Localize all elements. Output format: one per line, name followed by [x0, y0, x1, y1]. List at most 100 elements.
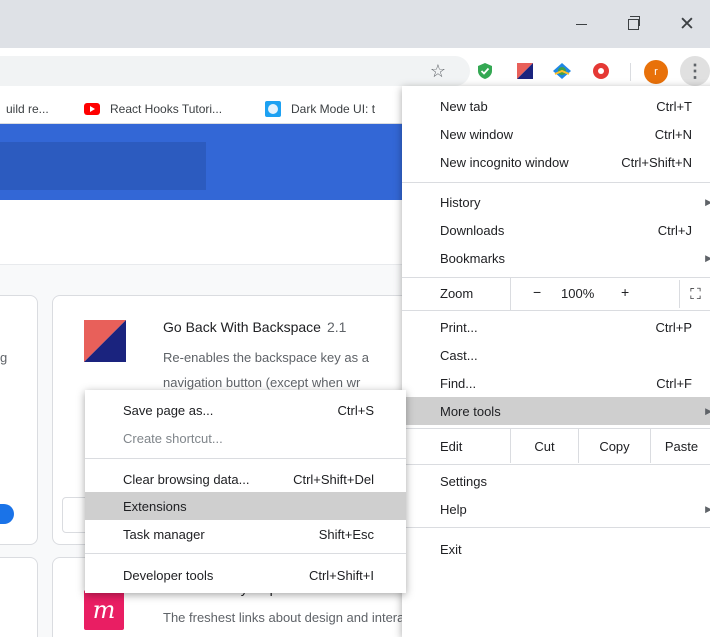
- bookmark-label: React Hooks Tutori...: [110, 102, 223, 116]
- menu-item-label: Create shortcut...: [123, 430, 223, 446]
- menu-divider: [85, 458, 406, 459]
- menu-item-label: New incognito window: [440, 154, 569, 170]
- menu-item-settings[interactable]: Settings: [402, 467, 710, 495]
- extension-version: 2.1: [326, 319, 347, 335]
- menu-item-label: Developer tools: [123, 567, 214, 583]
- bookmark-label: Dark Mode UI: t: [291, 102, 376, 116]
- menu-item-history[interactable]: History ▶: [402, 188, 710, 216]
- profile-avatar[interactable]: r: [644, 60, 668, 84]
- menu-item-label: Find...: [440, 375, 477, 391]
- menu-item-shortcut: Ctrl+N: [654, 126, 692, 142]
- menu-item-label: Exit: [440, 541, 462, 557]
- menu-item-bookmarks[interactable]: Bookmarks ▶: [402, 244, 710, 272]
- menu-item-label: Cast...: [440, 347, 478, 363]
- menu-item-shortcut: Ctrl+P: [655, 319, 692, 335]
- menu-item-label: Downloads: [440, 222, 505, 238]
- menu-item-find[interactable]: Find... Ctrl+F: [402, 369, 710, 397]
- menu-item-new-incognito-window[interactable]: New incognito window Ctrl+Shift+N: [402, 148, 710, 176]
- submenu-arrow-icon: ▶: [705, 196, 710, 207]
- menu-item-extensions[interactable]: Extensions: [85, 492, 406, 520]
- bookmark-item[interactable]: uild re...: [6, 100, 49, 118]
- menu-divider: [85, 553, 406, 554]
- extension-title: Go Back With Backspace 2.1: [163, 319, 346, 335]
- restore-icon: [627, 15, 640, 30]
- extension-card: [0, 557, 38, 637]
- paste-button[interactable]: Paste: [650, 429, 710, 463]
- address-bar[interactable]: [0, 56, 470, 86]
- backspace-extension-logo: [84, 320, 126, 362]
- copy-button[interactable]: Copy: [578, 429, 650, 463]
- submenu-arrow-icon: ▶: [705, 503, 710, 514]
- menu-item-label: New tab: [440, 98, 488, 114]
- menu-item-print[interactable]: Print... Ctrl+P: [402, 313, 710, 341]
- extension-name: Go Back With Backspace: [163, 319, 321, 335]
- menu-item-downloads[interactable]: Downloads Ctrl+J: [402, 216, 710, 244]
- menu-item-label: Help: [440, 501, 467, 517]
- bookmark-star-icon[interactable]: ☆: [426, 59, 450, 83]
- menu-item-shortcut: Ctrl+Shift+I: [308, 567, 374, 583]
- extension-description: The freshest links about design and inte…: [163, 610, 435, 625]
- cut-button[interactable]: Cut: [510, 429, 578, 463]
- menu-item-label: Task manager: [123, 526, 205, 542]
- menu-item-label: More tools: [440, 403, 501, 419]
- menu-item-shortcut: Ctrl+F: [656, 375, 692, 391]
- record-extension-icon[interactable]: [589, 59, 613, 83]
- menu-divider: [402, 527, 710, 528]
- menu-divider: [402, 464, 710, 465]
- menu-item-label: Save page as...: [123, 402, 214, 418]
- fullscreen-icon[interactable]: ⛶: [679, 280, 710, 308]
- minimize-button[interactable]: [558, 0, 604, 48]
- youtube-icon: [84, 103, 100, 115]
- zoom-in-button[interactable]: +: [621, 284, 629, 300]
- minimize-icon: [575, 23, 587, 25]
- menu-item-cast[interactable]: Cast...: [402, 341, 710, 369]
- zoom-row: Zoom − 100% + ⛶: [402, 278, 710, 310]
- extensions-search-bar[interactable]: [0, 142, 206, 190]
- menu-item-shortcut: Ctrl+S: [337, 402, 374, 418]
- menu-item-more-tools[interactable]: More tools ▶: [402, 397, 710, 425]
- zoom-out-button[interactable]: −: [533, 284, 541, 300]
- menu-item-task-manager[interactable]: Task manager Shift+Esc: [85, 520, 406, 548]
- menu-item-label: Clear browsing data...: [123, 471, 250, 487]
- menu-item-label: History: [440, 194, 481, 210]
- globe-extension-icon[interactable]: [550, 59, 574, 83]
- bookmark-item[interactable]: Dark Mode UI: t: [265, 100, 375, 118]
- restore-button[interactable]: [610, 0, 656, 48]
- menu-item-label: New window: [440, 126, 513, 142]
- menu-item-developer-tools[interactable]: Developer tools Ctrl+Shift+I: [85, 561, 406, 589]
- title-bar: ✕: [0, 0, 710, 48]
- chrome-main-menu: New tab Ctrl+T New window Ctrl+N New incog…: [402, 86, 710, 637]
- more-tools-submenu: Save page as... Ctrl+S Create shortcut...…: [85, 390, 406, 593]
- menu-item-new-window[interactable]: New window Ctrl+N: [402, 120, 710, 148]
- site-favicon-icon: [265, 101, 281, 117]
- close-icon: ✕: [679, 13, 695, 35]
- menu-item-clear-browsing-data[interactable]: Clear browsing data... Ctrl+Shift+Del: [85, 465, 406, 493]
- card-text-fragment: g: [0, 350, 8, 365]
- menu-item-shortcut: Shift+Esc: [318, 526, 374, 542]
- menu-item-shortcut: Ctrl+T: [656, 98, 692, 114]
- zoom-controls: − 100% + ⛶: [510, 278, 710, 310]
- shield-extension-icon[interactable]: [473, 59, 497, 83]
- menu-item-help[interactable]: Help ▶: [402, 495, 710, 523]
- menu-item-label: Extensions: [123, 498, 187, 514]
- backspace-extension-icon[interactable]: [513, 59, 537, 83]
- menu-item-new-tab[interactable]: New tab Ctrl+T: [402, 92, 710, 120]
- toolbar-divider: [630, 63, 631, 81]
- chrome-menu-icon[interactable]: ⋮: [680, 56, 710, 86]
- bookmark-item[interactable]: React Hooks Tutori...: [84, 100, 222, 118]
- menu-item-save-page-as[interactable]: Save page as... Ctrl+S: [85, 396, 406, 424]
- menu-divider: [402, 182, 710, 183]
- zoom-level: 100%: [561, 286, 595, 301]
- menu-item-shortcut: Ctrl+Shift+N: [621, 154, 692, 170]
- muzli-logo: m: [84, 590, 124, 630]
- menu-item-label: Print...: [440, 319, 478, 335]
- zoom-label: Zoom: [440, 286, 474, 301]
- description-line: Re-enables the backspace key as a: [163, 350, 369, 365]
- menu-item-exit[interactable]: Exit: [402, 535, 710, 563]
- bookmark-label: uild re...: [6, 102, 49, 116]
- close-window-button[interactable]: ✕: [664, 0, 710, 48]
- menu-divider: [402, 310, 710, 311]
- submenu-arrow-icon: ▶: [705, 405, 710, 416]
- submenu-arrow-icon: ▶: [705, 252, 710, 263]
- edit-label: Edit: [440, 439, 463, 454]
